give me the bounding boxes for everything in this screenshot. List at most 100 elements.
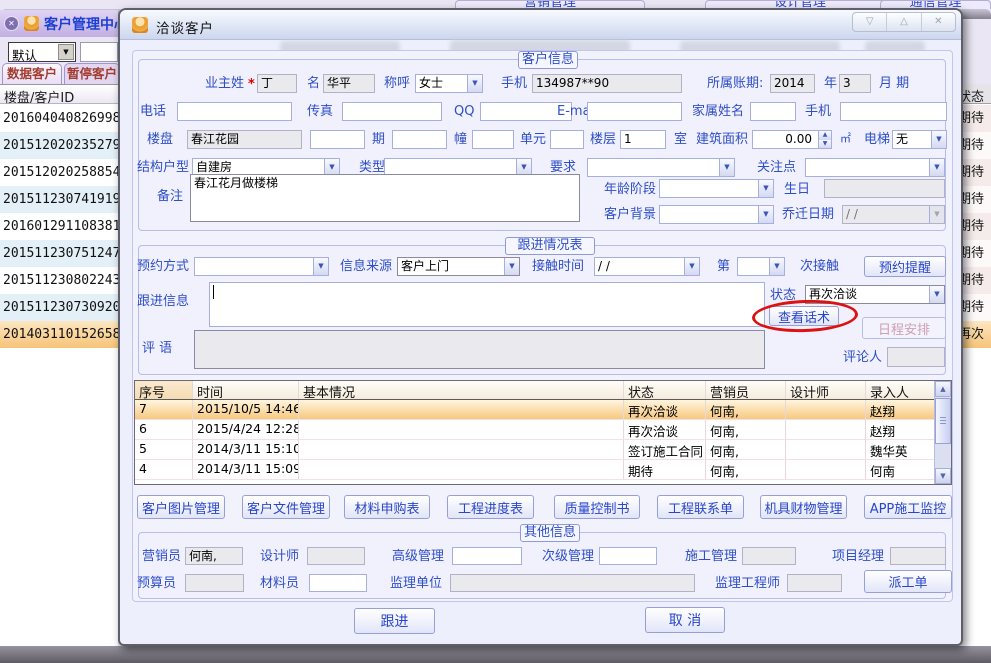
chevron-down-icon[interactable]: ▼ (769, 258, 784, 275)
col-entry[interactable]: 录入人 (866, 381, 934, 399)
app-monitor-button[interactable]: APP施工监控 (864, 495, 952, 519)
tab-close-icon[interactable]: ✕ (4, 16, 19, 31)
list-item[interactable]: 2015112307419197 (0, 186, 118, 213)
customer-background-select[interactable]: ▼ (659, 205, 774, 224)
senior-manager-field[interactable] (452, 547, 522, 565)
comment-textarea[interactable] (194, 330, 765, 369)
focus-select[interactable]: ▼ (805, 158, 945, 177)
project-schedule-button[interactable]: 工程进度表 (447, 495, 534, 519)
marketer-field[interactable]: 何南, (185, 547, 243, 565)
col-basic[interactable]: 基本情况 (299, 381, 624, 399)
unit-field-1[interactable] (472, 130, 514, 149)
list-item-selected[interactable]: 2014031101526589 (0, 321, 118, 348)
elevator-select[interactable]: 无 ▼ (892, 130, 947, 149)
chevron-down-icon[interactable]: ▼ (467, 75, 482, 92)
dialog-titlebar[interactable]: 洽谈客户 ▽ △ ✕ (120, 10, 961, 40)
table-row[interactable]: 4 2014/3/11 15:09 期待 何南, 何南 (135, 460, 934, 480)
designer-field[interactable] (307, 547, 365, 565)
chevron-down-icon[interactable]: ▼ (931, 131, 946, 148)
phone-field[interactable] (177, 102, 292, 121)
chevron-down-icon[interactable]: ▼ (758, 180, 773, 197)
follow-up-info-textarea[interactable] (209, 282, 765, 327)
maximize-icon[interactable]: △ (887, 13, 921, 31)
scrollbar-thumb[interactable] (935, 398, 951, 444)
supervision-unit-field[interactable] (450, 574, 695, 592)
supervision-engineer-field[interactable] (787, 574, 842, 592)
chevron-down-icon[interactable]: ▼ (929, 286, 944, 303)
tab-data-customers[interactable]: 数据客户 (2, 63, 62, 84)
chevron-down-icon[interactable]: ▼ (929, 206, 944, 223)
quality-control-button[interactable]: 质量控制书 (554, 495, 640, 519)
given-name-field[interactable]: 华平 (323, 74, 375, 93)
customer-photos-button[interactable]: 客户图片管理 (137, 495, 225, 519)
requirement-select[interactable]: ▼ (587, 158, 735, 177)
project-contact-button[interactable]: 工程联系单 (657, 495, 744, 519)
customer-files-button[interactable]: 客户文件管理 (242, 495, 330, 519)
mobile-field[interactable]: 134987**90 (532, 74, 682, 93)
movein-date-select[interactable]: / / ▼ (842, 205, 945, 224)
period-month-field[interactable]: 3 (839, 74, 871, 93)
contact-time-select[interactable]: / / ▼ (594, 257, 700, 276)
minimize-icon[interactable]: ▽ (853, 13, 887, 31)
chevron-down-icon[interactable]: ▼ (719, 159, 734, 176)
cancel-button[interactable]: 取 消 (645, 607, 725, 633)
schedule-button[interactable]: 日程安排 (862, 317, 946, 339)
birthday-field[interactable] (824, 179, 945, 198)
owner-surname-field[interactable]: 丁 (257, 74, 297, 93)
floor-field[interactable]: 1 (620, 130, 666, 149)
chevron-down-icon[interactable]: ▼ (684, 258, 699, 275)
remark-textarea[interactable]: 春江花月做楼梯 (190, 174, 580, 222)
family-name-field[interactable] (750, 102, 796, 121)
spin-down-icon[interactable]: ▼ (819, 140, 831, 149)
list-item[interactable]: 2016012911083815 (0, 213, 118, 240)
filter-select[interactable]: 默认 ▼ (8, 42, 76, 62)
chevron-down-icon[interactable]: ▼ (929, 159, 944, 176)
tab-paused-customers[interactable]: 暂停客户 (64, 63, 120, 84)
family-mobile-field[interactable] (840, 102, 947, 121)
dispatch-order-button[interactable]: 派工单 (864, 570, 952, 593)
follow-up-button[interactable]: 跟进 (354, 608, 435, 634)
equipment-assets-button[interactable]: 机具财物管理 (760, 495, 847, 519)
vertical-scrollbar[interactable]: ▲ ▼ (934, 381, 951, 484)
salutation-select[interactable]: 女士 ▼ (415, 74, 483, 93)
building-field[interactable] (392, 130, 447, 149)
scroll-down-icon[interactable]: ▼ (935, 468, 951, 484)
material-clerk-field[interactable] (309, 574, 367, 592)
col-marketer[interactable]: 营销员 (706, 381, 786, 399)
unit-field-2[interactable] (550, 130, 584, 149)
budgeter-field[interactable] (185, 574, 244, 592)
nth-select[interactable]: ▼ (737, 257, 785, 276)
col-status[interactable]: 状态 (624, 381, 706, 399)
period-year-field[interactable]: 2014 (770, 74, 815, 93)
scroll-up-icon[interactable]: ▲ (935, 381, 951, 397)
list-item[interactable]: 2015112308022433 (0, 267, 118, 294)
list-item[interactable]: 2016040408269981 (0, 105, 118, 132)
phase-field[interactable] (310, 130, 365, 149)
partial-field[interactable] (80, 42, 118, 62)
chevron-down-icon[interactable]: ▼ (58, 44, 74, 60)
col-designer[interactable]: 设计师 (786, 381, 866, 399)
age-stage-select[interactable]: ▼ (659, 179, 774, 198)
table-row-selected[interactable]: 7 2015/10/5 14:46 再次洽谈 何南, 赵翔 (135, 400, 934, 420)
customer-center-tab[interactable]: ✕ 客户管理中心 (0, 10, 118, 37)
email-field[interactable] (587, 102, 682, 121)
table-row[interactable]: 5 2014/3/11 15:10 签订施工合同 何南, 魏华英 (135, 440, 934, 460)
list-item[interactable]: 2015120202588541 (0, 159, 118, 186)
col-time[interactable]: 时间 (193, 381, 299, 399)
chevron-down-icon[interactable]: ▼ (504, 258, 519, 275)
close-icon[interactable]: ✕ (922, 13, 955, 31)
commenter-field[interactable] (887, 347, 945, 367)
fax-field[interactable] (342, 102, 442, 121)
list-item[interactable]: 2015112307309205 (0, 294, 118, 321)
secondary-manager-field[interactable] (599, 547, 657, 565)
appointment-reminder-button[interactable]: 预约提醒 (864, 256, 946, 277)
project-manager-field[interactable] (890, 547, 946, 565)
estate-field[interactable]: 春江花园 (187, 130, 302, 149)
chevron-down-icon[interactable]: ▼ (313, 258, 328, 275)
chevron-down-icon[interactable]: ▼ (758, 206, 773, 223)
area-stepper[interactable]: 0.00 ▲▼ (752, 130, 832, 149)
info-source-select[interactable]: 客户上门 ▼ (397, 257, 520, 276)
table-row[interactable]: 6 2015/4/24 12:28 再次洽谈 何南, 赵翔 (135, 420, 934, 440)
col-no[interactable]: 序号 (135, 381, 193, 399)
appointment-method-select[interactable]: ▼ (194, 257, 329, 276)
